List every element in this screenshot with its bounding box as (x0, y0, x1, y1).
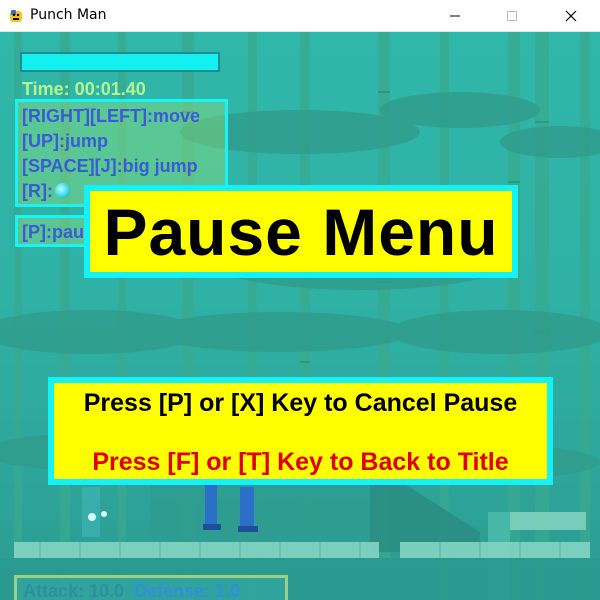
close-button[interactable] (548, 0, 594, 32)
help-line-special-label: [R]: (22, 181, 53, 201)
defense-stat: Defense: 1.0 (134, 581, 241, 600)
help-line-jump: [UP]:jump (22, 131, 108, 151)
pause-menu-options-panel: Press [P] or [X] Key to Cancel Pause Pre… (48, 377, 553, 485)
energy-orb-icon (54, 183, 70, 198)
minimize-button[interactable] (432, 0, 478, 32)
pause-menu-title: Pause Menu (103, 194, 499, 269)
pause-menu-title-panel: Pause Menu (84, 185, 518, 278)
python-game-icon (10, 10, 22, 22)
help-line-big-jump: [SPACE][J]:big jump (22, 156, 198, 176)
health-bar (20, 52, 220, 72)
maximize-button[interactable] (489, 0, 535, 32)
close-icon (565, 10, 577, 22)
game-viewport[interactable]: Time: 00:01.40 [RIGHT][LEFT]:move [UP]:j… (0, 32, 600, 600)
window-title: Punch Man (30, 7, 107, 23)
attack-stat: Attack: 10.0 (23, 581, 125, 600)
help-line-move: [RIGHT][LEFT]:move (22, 106, 200, 126)
cancel-pause-option: Press [P] or [X] Key to Cancel Pause (83, 389, 518, 417)
window-titlebar: Punch Man (0, 0, 600, 32)
back-to-title-option: Press [F] or [T] Key to Back to Title (92, 448, 509, 476)
maximize-icon (507, 11, 517, 21)
elapsed-time: Time: 00:01.40 (22, 79, 146, 99)
player-stats-panel: Attack: 10.0 Defense: 1.0 (14, 575, 288, 600)
minimize-icon (450, 15, 460, 17)
